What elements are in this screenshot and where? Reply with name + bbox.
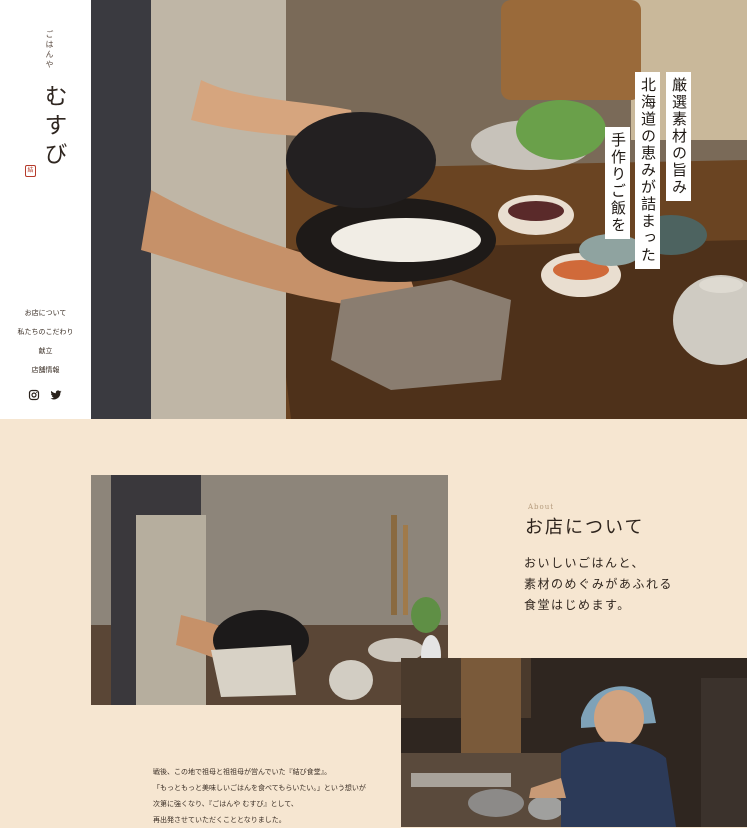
about-story-line-3: 次第に強くなり、『ごはんや むすび』として、 [153,800,298,808]
about-lead-line-1: おいしいごはんと、 [524,556,646,570]
main-nav: お店について 私たちのこだわり 献立 店舗情報 [0,305,91,381]
logo[interactable]: ごはんや むすび 結 [0,28,91,188]
about-photo-cooking [91,475,448,705]
nav-item-menu[interactable]: 献立 [0,343,91,362]
logo-subtitle: ごはんや [45,30,54,70]
hero-image: 厳選素材の旨み 北海道の恵みが詰まった 手作りご飯を [91,0,747,419]
nav-item-store-info[interactable]: 店舗情報 [0,362,91,381]
about-photo-cooking-illustration [91,475,448,705]
instagram-icon[interactable] [28,386,40,401]
about-photo-grandmother [401,658,747,827]
sidebar: ごはんや むすび 結 お店について 私たちのこだわり 献立 店舗情報 [0,0,91,419]
about-photo-grandmother-illustration [401,658,747,827]
about-story-line-2: 「もっともっと美味しいごはんを食べてもらいたい。」という想いが [153,784,366,792]
hero-copy-line-2: 北海道の恵みが詰まった [635,72,660,269]
twitter-icon[interactable] [50,386,62,400]
social-links [28,386,64,401]
logo-title: むすび [40,84,66,171]
about-title: お店について [525,517,645,538]
hero-copy-line-1: 厳選素材の旨み [666,72,691,201]
about-lead: おいしいごはんと、 素材のめぐみがあふれる 食堂はじめます。 [524,553,673,616]
about-story: 戦後、この地で祖母と祖祖母が営んでいた『結び食堂』。 「もっともっと美味しいごは… [153,764,366,828]
nav-item-commitment[interactable]: 私たちのこだわり [0,324,91,343]
nav-item-about[interactable]: お店について [0,305,91,324]
about-story-line-4: 再出発させていただくこととなりました。 [153,816,286,824]
logo-seal-icon: 結 [25,165,36,177]
about-story-line-1: 戦後、この地で祖母と祖祖母が営んでいた『結び食堂』。 [153,768,332,776]
hero-copy-line-3: 手作りご飯を [605,127,630,239]
about-label: About [528,503,555,511]
about-lead-line-3: 食堂はじめます。 [524,598,631,612]
about-lead-line-2: 素材のめぐみがあふれる [524,577,673,591]
